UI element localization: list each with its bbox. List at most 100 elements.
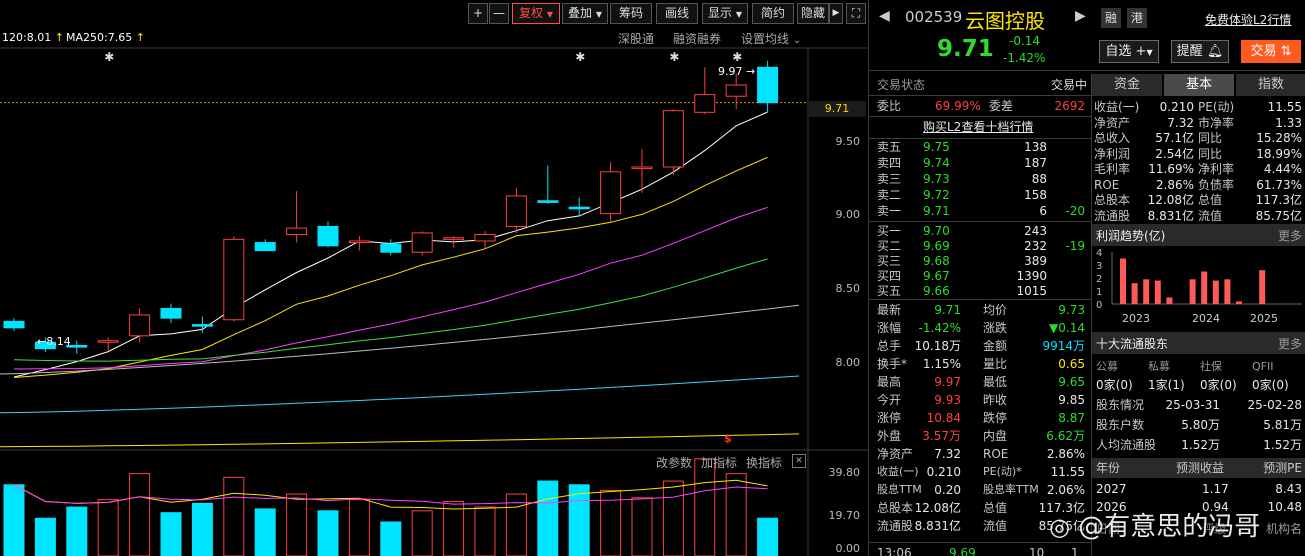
holder-count: 0家(0) xyxy=(1096,378,1133,392)
quote-label: 最高 xyxy=(877,375,902,389)
margin-badge[interactable]: 融 xyxy=(1101,8,1121,28)
axis-tick: 8.00 xyxy=(835,356,861,369)
fq-dropdown[interactable]: 复权 ▼ xyxy=(512,3,560,24)
ma120-label: 120:8.01 ↑ xyxy=(2,31,64,44)
volume-bar xyxy=(34,517,56,556)
quote-label: 最新 xyxy=(877,303,902,317)
bid-volume: 1015 xyxy=(1016,284,1047,298)
quote-row: 股息TTM 0.20 股息率TTM 2.06% xyxy=(877,481,1087,499)
holder-row-value: 25-03-31 xyxy=(1165,398,1220,412)
volume-bar xyxy=(725,473,747,556)
volume-bar xyxy=(191,502,213,556)
holder-row: 人均流通股 1.52万 1.52万 xyxy=(1094,436,1305,454)
chevron-down-icon: ▼ xyxy=(595,10,602,19)
volume-bar xyxy=(694,458,716,556)
stock-code: 002539 xyxy=(905,8,963,26)
holder-type-row: 公募 私募 社保 QFII xyxy=(1094,358,1305,376)
profit-bar xyxy=(1143,279,1150,304)
candle-body xyxy=(223,238,245,321)
quote-label: 总手 xyxy=(877,339,902,353)
overlay-dropdown[interactable]: 叠加 ▼ xyxy=(562,3,608,24)
quote-label: 流通股 xyxy=(877,519,914,533)
trade-button[interactable]: 交易 ⇅ xyxy=(1241,40,1301,63)
quote-label: 涨跌 xyxy=(983,321,1008,335)
switch-indicator-button[interactable]: 换指标 xyxy=(746,454,782,471)
profit-axis-tick: 2 xyxy=(1096,274,1102,285)
display-dropdown[interactable]: 显示 ▼ xyxy=(702,3,748,24)
zoom-out-button[interactable]: — xyxy=(489,3,509,24)
quote-row: 总手 10.18万 金额 9914万 xyxy=(877,337,1087,355)
holders-table: 公募 私募 社保 QFII 0家(0) 1家(1) 0家(0) 0家(0) 股东情况 25-03-… xyxy=(1094,358,1305,458)
quote-value: 9.93 xyxy=(934,393,961,407)
quote-label: 流值 xyxy=(983,519,1008,533)
hide-button[interactable]: 隐藏 xyxy=(797,3,829,24)
edit-params-button[interactable]: 改参数 xyxy=(656,454,692,471)
fundamentals-table: 收益(一) 0.210 PE(动) 11.55 净资产 7.32 市净率 1.33 总收入 57.… xyxy=(1094,98,1304,223)
volume-bar xyxy=(505,493,527,556)
ratio-value: 69.99% xyxy=(935,99,981,113)
profit-bar xyxy=(1259,270,1266,304)
zoom-in-button[interactable]: + xyxy=(468,3,488,24)
alert-button[interactable]: 提醒 🔔︎ xyxy=(1171,40,1229,63)
forecast-pe: 8.43 xyxy=(1275,482,1302,496)
close-icon[interactable]: ✕ xyxy=(792,454,806,468)
quote-value: 0.65 xyxy=(1058,357,1085,371)
stock-name: 云图控股 xyxy=(965,9,1045,33)
vol-axis-tick: 19.70 xyxy=(828,509,861,522)
bell-icon: 🔔︎ xyxy=(1206,44,1224,59)
bid-price: 9.66 xyxy=(923,284,950,298)
simple-button[interactable]: 简约 xyxy=(752,3,794,24)
set-ma-link[interactable]: 设置均线 ⌄ xyxy=(741,30,801,47)
quote-label: 涨停 xyxy=(877,411,902,425)
candle-body xyxy=(254,242,276,252)
profit-more-link[interactable]: 更多 xyxy=(1278,227,1302,244)
profit-bar xyxy=(1120,258,1126,304)
fund-label: 流值 xyxy=(1198,208,1223,223)
tick-price: 9.69 xyxy=(949,546,976,556)
tab-basic[interactable]: 基本 xyxy=(1164,74,1234,96)
quote-label: 最低 xyxy=(983,375,1008,389)
volume-bar xyxy=(286,493,308,556)
trade-status-row: 交易状态 xyxy=(877,78,926,92)
add-indicator-button[interactable]: 加指标 xyxy=(701,454,737,471)
fund-label: 流通股 xyxy=(1094,208,1131,223)
draw-line-button[interactable]: 画线 xyxy=(656,3,698,24)
candle-body xyxy=(537,200,559,203)
quote-value: 1.15% xyxy=(922,357,961,371)
hk-badge[interactable]: 港 xyxy=(1127,8,1147,28)
kline-chart-panel[interactable]: ✱ ✱ ✱ ✱ + — 复权 ▼ 叠加 ▼ 筹码 画线 显示 ▼ 简约 隐藏 ▶ ⛶ … xyxy=(0,0,868,556)
quote-value: ▼0.14 xyxy=(1049,321,1085,335)
prev-stock-icon[interactable]: ◀ xyxy=(879,8,890,24)
quote-value: 9.73 xyxy=(1058,303,1085,317)
buy-l2-link[interactable]: 购买L2查看十档行情 xyxy=(923,118,1033,136)
candle-body xyxy=(3,320,25,329)
tab-index[interactable]: 指数 xyxy=(1236,74,1305,96)
volume-bar xyxy=(129,473,151,556)
candle-body xyxy=(97,340,119,343)
next-stock-icon[interactable]: ▶ xyxy=(1075,8,1086,24)
chips-button[interactable]: 筹码 xyxy=(610,3,652,24)
fullscreen-icon[interactable]: ⛶ xyxy=(846,3,866,24)
profit-bar xyxy=(1189,279,1196,304)
kline-svg[interactable]: ✱ ✱ ✱ ✱ xyxy=(0,0,868,556)
quote-row: 净资产 7.32 ROE 2.86% xyxy=(877,445,1087,463)
forecast-footer-cell: 机构名 xyxy=(1265,522,1302,536)
margin-link[interactable]: 融资融券 xyxy=(673,30,721,47)
sgt-link[interactable]: 深股通 xyxy=(618,30,654,47)
quote-row: 外盘 3.57万 内盘 6.62万 xyxy=(877,427,1087,445)
add-watchlist-button[interactable]: 自选 +▼ xyxy=(1099,40,1159,63)
candle-body xyxy=(568,206,590,210)
forecast-eps: 1.17 xyxy=(1202,482,1229,496)
quote-table: 最新 9.71 均价 9.73 涨幅 -1.42% 涨跌 ▼0.14 总手 10.18万 金额 991… xyxy=(877,301,1087,541)
ask-change: -20 xyxy=(1065,204,1085,218)
l2-trial-link[interactable]: 免费体验L2行情 xyxy=(1205,11,1291,28)
event-star-icon: ✱ xyxy=(575,50,585,64)
tab-fund-flow[interactable]: 资金 xyxy=(1092,74,1162,96)
quote-label: ROE xyxy=(983,447,1009,461)
play-icon[interactable]: ▶ xyxy=(829,3,843,24)
quote-row: 今开 9.93 昨收 9.85 xyxy=(877,391,1087,409)
quote-value: 9.97 xyxy=(934,375,961,389)
quote-value: 12.08亿 xyxy=(914,501,961,515)
holders-more-link[interactable]: 更多 xyxy=(1278,335,1302,352)
volume-bar xyxy=(757,517,779,556)
